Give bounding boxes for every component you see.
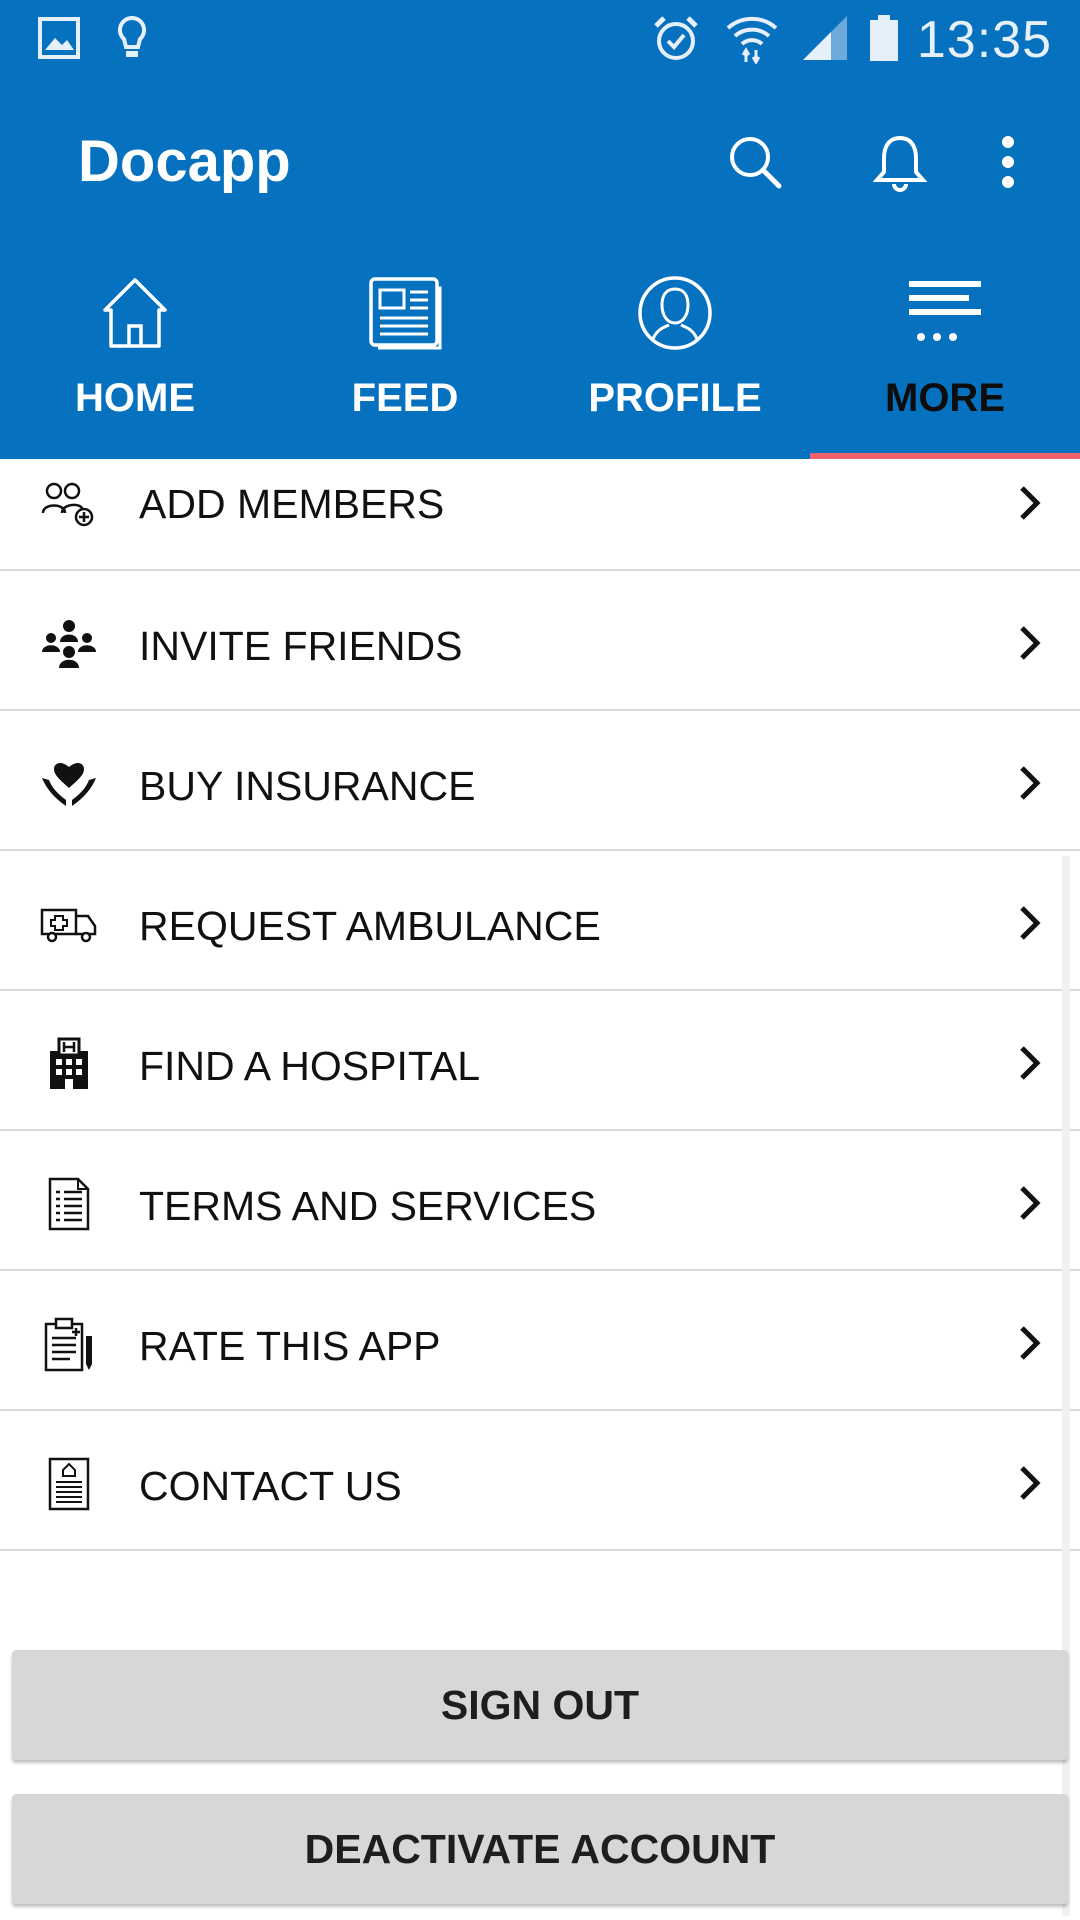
menu-item-find-hospital[interactable]: FIND A HOSPITAL <box>0 991 1080 1131</box>
gallery-icon <box>34 12 84 64</box>
chevron-right-icon <box>1010 621 1050 665</box>
clipboard-icon <box>38 1315 100 1373</box>
menu-item-buy-insurance[interactable]: BUY INSURANCE <box>0 711 1080 851</box>
battery-icon <box>866 12 902 64</box>
menu-item-add-members[interactable]: ADD MEMBERS <box>0 459 1080 571</box>
tab-label: HOME <box>75 376 195 420</box>
chevron-right-icon <box>1010 901 1050 945</box>
invite-friends-icon <box>38 615 100 673</box>
menu-item-terms-services[interactable]: TERMS AND SERVICES <box>0 1131 1080 1271</box>
hospital-icon <box>38 1035 100 1093</box>
deactivate-account-button[interactable]: DEACTIVATE ACCOUNT <box>12 1794 1068 1904</box>
newspaper-icon <box>365 272 445 354</box>
wifi-icon <box>722 12 782 64</box>
document-list-icon <box>38 1175 100 1233</box>
tab-label: PROFILE <box>588 376 762 420</box>
tab-bar: HOME FEED PROFILE MORE <box>0 260 1080 459</box>
ambulance-icon <box>38 895 100 953</box>
menu-item-contact-us[interactable]: CONTACT US <box>0 1411 1080 1551</box>
status-time: 13:35 <box>916 11 1052 69</box>
menu-item-label: REQUEST AMBULANCE <box>139 903 601 949</box>
more-menu-list: ADD MEMBERS INVITE FRIENDS BUY INSURANCE… <box>0 459 1080 1551</box>
menu-item-invite-friends[interactable]: INVITE FRIENDS <box>0 571 1080 711</box>
home-icon <box>95 272 175 354</box>
tab-label: MORE <box>885 376 1005 420</box>
menu-item-rate-app[interactable]: RATE THIS APP <box>0 1271 1080 1411</box>
heart-hands-icon <box>38 755 100 813</box>
toolbar: Docapp <box>0 100 1080 220</box>
tab-profile[interactable]: PROFILE <box>540 260 810 459</box>
chevron-right-icon <box>1010 481 1050 525</box>
chevron-right-icon <box>1010 1041 1050 1085</box>
overflow-menu-icon[interactable] <box>968 122 1048 202</box>
menu-item-label: BUY INSURANCE <box>139 763 476 809</box>
add-members-icon <box>38 475 100 533</box>
menu-item-request-ambulance[interactable]: REQUEST AMBULANCE <box>0 851 1080 991</box>
tab-more[interactable]: MORE <box>810 260 1080 459</box>
tab-label: FEED <box>351 376 459 420</box>
menu-item-label: TERMS AND SERVICES <box>139 1183 597 1229</box>
alarm-icon <box>650 12 702 64</box>
user-icon <box>635 272 715 354</box>
tab-home[interactable]: HOME <box>0 260 270 459</box>
app-bar: 13:35 Docapp HOME FEED PROFILE MORE <box>0 0 1080 459</box>
app-title: Docapp <box>78 129 291 194</box>
status-bar: 13:35 <box>0 0 1080 80</box>
menu-item-label: CONTACT US <box>139 1463 402 1509</box>
menu-item-label: RATE THIS APP <box>139 1323 441 1369</box>
sign-out-button[interactable]: SIGN OUT <box>12 1650 1068 1760</box>
bell-icon[interactable] <box>860 122 940 202</box>
signal-icon <box>800 12 850 64</box>
more-menu-icon <box>905 272 985 354</box>
chevron-right-icon <box>1010 1461 1050 1505</box>
chevron-right-icon <box>1010 1321 1050 1365</box>
menu-item-label: ADD MEMBERS <box>139 481 445 527</box>
menu-item-label: INVITE FRIENDS <box>139 623 463 669</box>
chevron-right-icon <box>1010 761 1050 805</box>
contact-document-icon <box>38 1455 100 1513</box>
lightbulb-icon <box>112 12 152 64</box>
search-icon[interactable] <box>715 122 795 202</box>
menu-item-label: FIND A HOSPITAL <box>139 1043 480 1089</box>
chevron-right-icon <box>1010 1181 1050 1225</box>
tab-feed[interactable]: FEED <box>270 260 540 459</box>
